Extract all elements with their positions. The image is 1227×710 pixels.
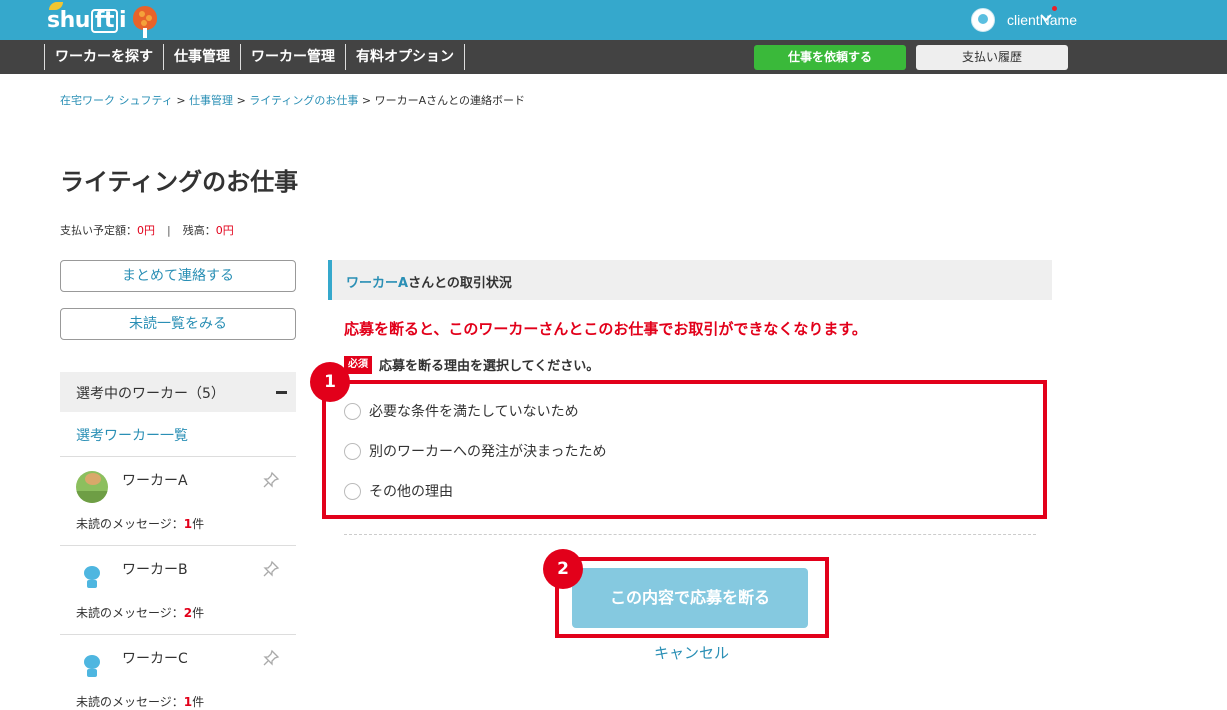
request-job-button[interactable]: 仕事を依頼する	[754, 45, 906, 70]
worker-name: ワーカーB	[122, 562, 188, 578]
reason-prompt: 応募を断る理由を選択してください。	[379, 359, 600, 374]
breadcrumb-job[interactable]: ライティングのお仕事	[249, 94, 358, 107]
unread-label: 未読のメッセージ：	[76, 517, 184, 531]
nav-paid-options[interactable]: 有料オプション	[345, 44, 465, 70]
divider	[344, 534, 1036, 535]
status-suffix: さんとの取引状況	[408, 276, 512, 291]
breadcrumb-separator: >	[236, 94, 246, 107]
pin-icon[interactable]	[262, 560, 280, 578]
pin-icon[interactable]	[262, 649, 280, 667]
remaining-balance-label: 残高：	[182, 224, 216, 237]
unread-count: 1	[183, 695, 193, 709]
breadcrumb: 在宅ワーク シュフティ > 仕事管理 > ライティングのお仕事 > ワーカーAさ…	[60, 92, 525, 108]
section-label: 選考中のワーカー（5）	[76, 386, 225, 402]
avatar	[76, 471, 108, 503]
worker-unread: 未読のメッセージ：1件	[76, 693, 204, 710]
tree-icon	[132, 4, 158, 38]
status-bar-title: ワーカーAさんとの取引状況	[346, 272, 512, 291]
status-worker-name[interactable]: ワーカーA	[346, 276, 408, 291]
bulk-contact-button[interactable]: まとめて連絡する	[60, 260, 296, 292]
required-badge: 必須	[344, 355, 372, 374]
nav-worker-management[interactable]: ワーカー管理	[240, 44, 345, 70]
worker-item[interactable]: ワーカーA 未読のメッセージ：1件	[60, 456, 296, 546]
step-badge-1: 1	[310, 362, 350, 402]
transaction-status-bar: ワーカーAさんとの取引状況	[328, 260, 1052, 300]
breadcrumb-home[interactable]: 在宅ワーク シュフティ	[60, 94, 173, 107]
user-avatar	[970, 8, 995, 32]
breadcrumb-current: ワーカーAさんとの連絡ボード	[374, 94, 526, 107]
payment-history-button[interactable]: 支払い履歴	[916, 45, 1068, 70]
avatar	[76, 649, 108, 681]
notification-dot	[1052, 6, 1057, 11]
scheduled-payment-label: 支払い予定額：	[60, 224, 137, 237]
unread-label: 未読のメッセージ：	[76, 695, 184, 709]
selecting-workers-header[interactable]: 選考中のワーカー（5）	[60, 372, 296, 412]
breadcrumb-job-management[interactable]: 仕事管理	[189, 94, 233, 107]
unread-count: 2	[183, 606, 193, 620]
worker-name: ワーカーA	[122, 473, 188, 489]
user-menu[interactable]: clientName	[970, 8, 1077, 32]
unread-unit: 件	[192, 517, 205, 531]
shufti-logo[interactable]: shu ft i	[47, 2, 158, 38]
cancel-link[interactable]: キャンセル	[654, 642, 729, 663]
nav-job-management[interactable]: 仕事管理	[163, 44, 240, 70]
unread-unit: 件	[192, 695, 205, 709]
balance-separator: |	[167, 224, 171, 237]
breadcrumb-separator: >	[176, 94, 186, 107]
minus-icon[interactable]	[276, 391, 287, 394]
unread-label: 未読のメッセージ：	[76, 606, 184, 620]
balance-info: 支払い予定額：0円 | 残高：0円	[60, 222, 234, 238]
step-badge-2: 2	[543, 549, 583, 589]
nav-find-workers[interactable]: ワーカーを探す	[44, 44, 163, 70]
decline-warning: 応募を断ると、このワーカーさんとこのお仕事でお取引ができなくなります。	[344, 320, 867, 338]
scheduled-payment-value: 0円	[137, 224, 155, 237]
avatar	[76, 560, 108, 592]
annotation-highlight-button	[555, 557, 829, 638]
required-row: 必須 応募を断る理由を選択してください。	[344, 355, 599, 374]
worker-name: ワーカーC	[122, 651, 188, 667]
pin-icon[interactable]	[262, 471, 280, 489]
worker-item[interactable]: ワーカーC 未読のメッセージ：1件	[60, 634, 296, 710]
top-header: shu ft i clientName	[0, 0, 1227, 40]
annotation-highlight-reasons	[322, 380, 1047, 519]
logo-text: shu ft i	[47, 8, 127, 33]
chevron-down-icon[interactable]	[1040, 12, 1052, 24]
worker-unread: 未読のメッセージ：2件	[76, 604, 204, 621]
worker-unread: 未読のメッセージ：1件	[76, 515, 204, 532]
breadcrumb-separator: >	[361, 94, 372, 107]
worker-item[interactable]: ワーカーB 未読のメッセージ：2件	[60, 545, 296, 635]
unread-count: 1	[183, 517, 193, 531]
unread-list-button[interactable]: 未読一覧をみる	[60, 308, 296, 340]
unread-unit: 件	[192, 606, 205, 620]
remaining-balance-value: 0円	[215, 224, 234, 237]
worker-list-link[interactable]: 選考ワーカー一覧	[76, 425, 188, 445]
page-title: ライティングのお仕事	[60, 168, 299, 196]
